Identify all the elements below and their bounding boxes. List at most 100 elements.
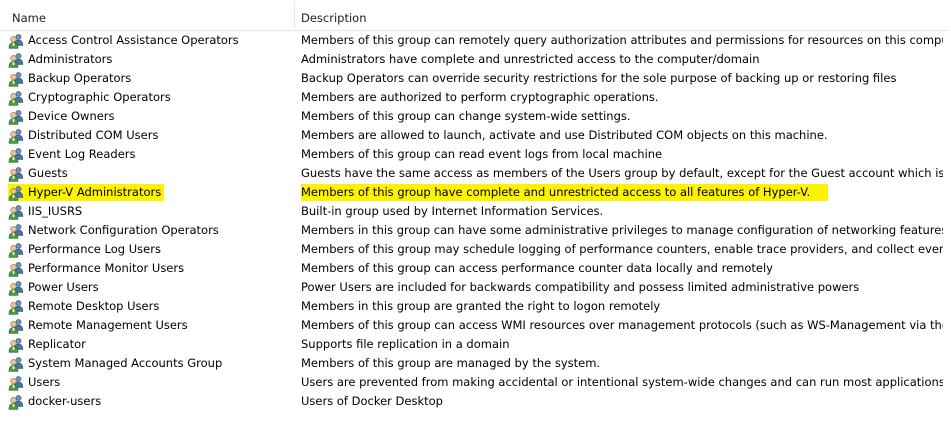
group-name-cell[interactable]: Performance Log Users (8, 241, 294, 258)
group-users-icon (8, 242, 24, 258)
group-row[interactable]: Cryptographic Operators Members are auth… (0, 88, 951, 107)
group-name: Cryptographic Operators (28, 90, 171, 104)
group-name-cell[interactable]: Hyper-V Administrators (8, 184, 164, 201)
group-description: Supports file replication in a domain (301, 337, 510, 351)
group-description: Members of this group can access WMI res… (301, 318, 943, 332)
group-row[interactable]: System Managed Accounts Group Members of… (0, 354, 951, 373)
group-row[interactable]: Remote Desktop Users Members in this gro… (0, 297, 951, 316)
group-users-icon (8, 223, 24, 239)
group-users-icon (8, 261, 24, 277)
group-users-icon (8, 128, 24, 144)
group-name-cell[interactable]: Device Owners (8, 108, 294, 125)
group-description: Members of this group have complete and … (301, 184, 829, 201)
group-description: Members are allowed to launch, activate … (301, 128, 828, 142)
group-name: Users (28, 375, 61, 389)
column-header-description[interactable]: Description (295, 0, 951, 30)
group-name-cell[interactable]: Network Configuration Operators (8, 222, 294, 239)
group-name-cell[interactable]: IIS_IUSRS (8, 203, 294, 220)
group-row[interactable]: IIS_IUSRS Built-in group used by Interne… (0, 202, 951, 221)
group-name: Event Log Readers (28, 147, 136, 161)
group-row[interactable]: Device Owners Members of this group can … (0, 107, 951, 126)
group-row[interactable]: Power Users Power Users are included for… (0, 278, 951, 297)
group-users-icon (8, 356, 24, 372)
group-row[interactable]: Hyper-V Administrators Members of this g… (0, 183, 951, 202)
group-users-icon (8, 90, 24, 106)
group-name-cell[interactable]: Cryptographic Operators (8, 89, 294, 106)
group-name: Hyper-V Administrators (28, 185, 162, 199)
group-users-icon (8, 185, 24, 201)
group-name-cell[interactable]: Administrators (8, 51, 294, 68)
group-description: Guests have the same access as members o… (301, 166, 943, 180)
group-row[interactable]: Backup Operators Backup Operators can ov… (0, 69, 951, 88)
group-users-icon (8, 318, 24, 334)
group-users-icon (8, 166, 24, 182)
group-name: Performance Log Users (28, 242, 161, 256)
group-name: Backup Operators (28, 71, 132, 85)
group-name-cell[interactable]: Backup Operators (8, 70, 294, 87)
group-users-icon (8, 337, 24, 353)
groups-list-view[interactable]: Name Description Access Control Assistan… (0, 0, 951, 427)
group-description: Users of Docker Desktop (301, 394, 443, 408)
group-row[interactable]: Event Log Readers Members of this group … (0, 145, 951, 164)
column-header-name[interactable]: Name (0, 0, 294, 30)
group-name-cell[interactable]: Remote Desktop Users (8, 298, 294, 315)
group-description: Members in this group are granted the ri… (301, 299, 661, 313)
group-row[interactable]: Performance Monitor Users Members of thi… (0, 259, 951, 278)
group-description: Backup Operators can override security r… (301, 71, 897, 85)
group-row[interactable]: Distributed COM Users Members are allowe… (0, 126, 951, 145)
group-name-cell[interactable]: Remote Management Users (8, 317, 294, 334)
group-name-cell[interactable]: Power Users (8, 279, 294, 296)
group-users-icon (8, 109, 24, 125)
group-description: Members of this group can read event log… (301, 147, 663, 161)
group-name: Access Control Assistance Operators (28, 33, 239, 47)
group-name: IIS_IUSRS (28, 204, 83, 218)
group-name: Distributed COM Users (28, 128, 159, 142)
group-row[interactable]: Network Configuration Operators Members … (0, 221, 951, 240)
group-name-cell[interactable]: Performance Monitor Users (8, 260, 294, 277)
group-name-cell[interactable]: Distributed COM Users (8, 127, 294, 144)
group-name-cell[interactable]: Replicator (8, 336, 294, 353)
group-name-cell[interactable]: System Managed Accounts Group (8, 355, 294, 372)
group-description: Members of this group are managed by the… (301, 356, 601, 370)
group-users-icon (8, 299, 24, 315)
group-row[interactable]: Performance Log Users Members of this gr… (0, 240, 951, 259)
group-name: Power Users (28, 280, 99, 294)
group-row[interactable]: Guests Guests have the same access as me… (0, 164, 951, 183)
group-users-icon (8, 71, 24, 87)
group-name: docker-users (28, 394, 102, 408)
group-name: Performance Monitor Users (28, 261, 185, 275)
group-row[interactable]: docker-users Users of Docker Desktop (0, 392, 951, 411)
group-name: Replicator (28, 337, 86, 351)
group-name-cell[interactable]: Guests (8, 165, 294, 182)
group-name: Remote Desktop Users (28, 299, 160, 313)
group-users-icon (8, 33, 24, 49)
group-name-cell[interactable]: docker-users (8, 393, 294, 410)
group-row[interactable]: Replicator Supports file replication in … (0, 335, 951, 354)
group-name: Guests (28, 166, 68, 180)
group-users-icon (8, 394, 24, 410)
group-users-icon (8, 147, 24, 163)
group-row[interactable]: Users Users are prevented from making ac… (0, 373, 951, 392)
group-name-cell[interactable]: Access Control Assistance Operators (8, 32, 294, 49)
group-name-cell[interactable]: Event Log Readers (8, 146, 294, 163)
group-name-cell[interactable]: Users (8, 374, 294, 391)
group-description: Members in this group can have some admi… (301, 223, 943, 237)
group-description: Power Users are included for backwards c… (301, 280, 860, 294)
group-name: Administrators (28, 52, 113, 66)
group-users-icon (8, 204, 24, 220)
group-name: Device Owners (28, 109, 115, 123)
group-name: Remote Management Users (28, 318, 188, 332)
group-users-icon (8, 52, 24, 68)
group-name: Network Configuration Operators (28, 223, 219, 237)
group-row[interactable]: Administrators Administrators have compl… (0, 50, 951, 69)
group-description: Built-in group used by Internet Informat… (301, 204, 604, 218)
group-users-icon (8, 375, 24, 391)
group-description: Members of this group can remotely query… (301, 33, 943, 47)
group-description: Members of this group may schedule loggi… (301, 242, 943, 256)
group-description: Members are authorized to perform crypto… (301, 90, 659, 104)
group-users-icon (8, 280, 24, 296)
group-row[interactable]: Remote Management Users Members of this … (0, 316, 951, 335)
group-description: Administrators have complete and unrestr… (301, 52, 760, 66)
group-row[interactable]: Access Control Assistance Operators Memb… (0, 31, 951, 50)
group-description: Members of this group can access perform… (301, 261, 773, 275)
